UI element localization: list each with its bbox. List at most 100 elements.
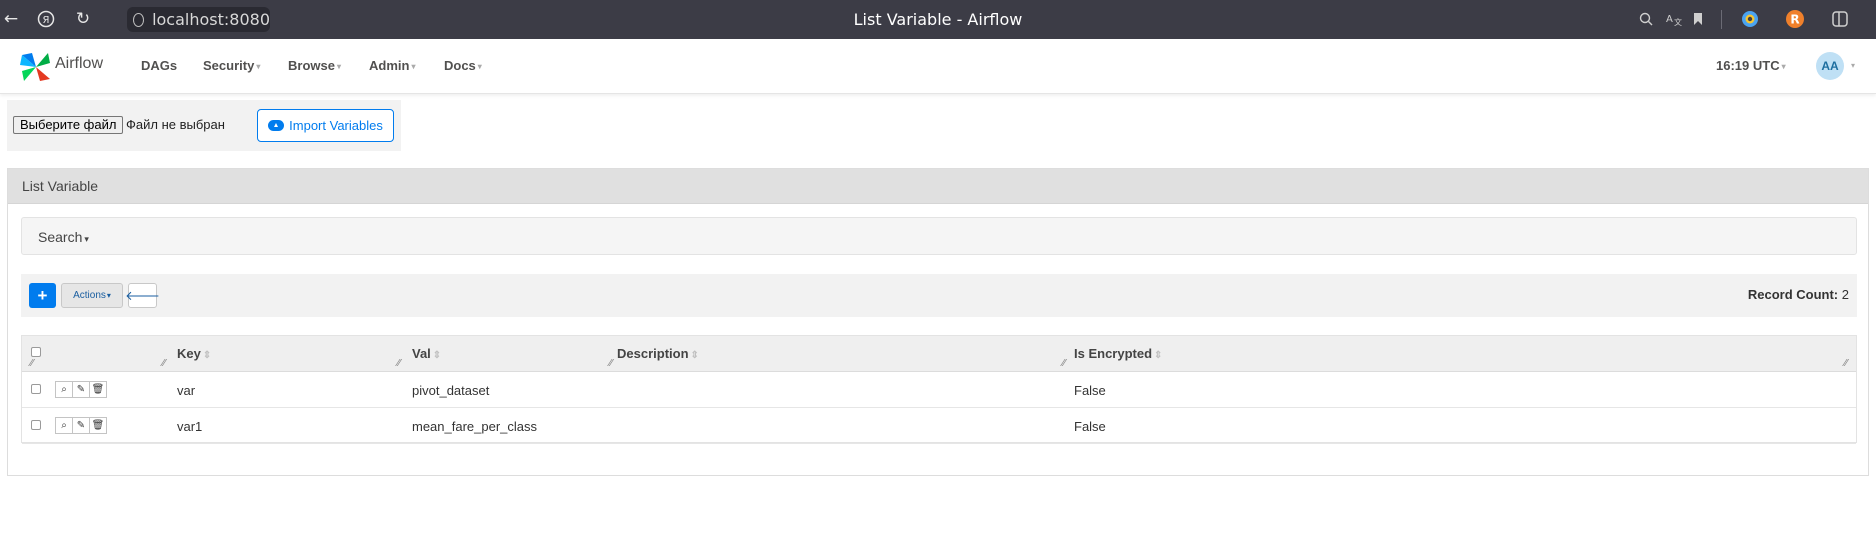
user-avatar[interactable]: AA [1816, 52, 1844, 80]
address-bar[interactable]: localhost:8080 [127, 7, 270, 32]
cell-is-encrypted: False [1074, 383, 1106, 398]
svg-text:Я: Я [43, 15, 50, 26]
column-val[interactable]: Val ⇕ [412, 346, 441, 361]
column-val-label: Val [412, 346, 431, 361]
action-bar: + Actions ▾ 🡐 Record Count: 2 [21, 274, 1857, 317]
chevron-down-icon: ▾ [411, 62, 416, 72]
sidebar-panel-icon[interactable] [1830, 9, 1850, 29]
svg-text:A: A [1666, 14, 1673, 25]
bookmark-icon[interactable] [1688, 9, 1708, 29]
svg-text:R: R [1790, 13, 1799, 27]
table-row: ⌕ ✎ 🗑 var pivot_dataset False [22, 372, 1856, 408]
column-description[interactable]: Description ⇕ [617, 346, 699, 361]
column-is-encrypted[interactable]: Is Encrypted ⇕ [1074, 346, 1162, 361]
resize-grip-icon[interactable]: ⁄⁄ [397, 358, 400, 369]
nav-security-label: Security [203, 58, 255, 73]
row-actions: ⌕ ✎ 🗑 [55, 417, 107, 434]
nav-admin[interactable]: Admin ▾ [369, 58, 415, 73]
utc-clock[interactable]: 16:19 UTC ▾ [1716, 58, 1786, 73]
table-row: ⌕ ✎ 🗑 var1 mean_fare_per_class False [22, 408, 1856, 444]
search-label: Search ▾ [38, 229, 89, 245]
variables-table: ⁄⁄ ⁄⁄ Key ⇕ ⁄⁄ Val ⇕ ⁄⁄ Description ⇕ ⁄⁄ Is… [21, 335, 1857, 444]
nav-browse[interactable]: Browse ▾ [288, 58, 341, 73]
caret-down-icon: ▾ [106, 291, 111, 300]
nav-browse-label: Browse [288, 58, 335, 73]
sort-icon: ⇕ [690, 350, 699, 361]
clock-label: 16:19 UTC [1716, 58, 1780, 73]
nav-dags-label: DAGs [141, 58, 178, 73]
window-title: List Variable - Airflow [853, 10, 1023, 29]
add-record-button[interactable]: + [29, 283, 56, 308]
cell-val: pivot_dataset [412, 383, 490, 398]
resize-grip-icon[interactable]: ⁄⁄ [162, 358, 165, 369]
browser-toolbar: ← Я ↻ localhost:8080 List Variable - Air… [0, 0, 1876, 39]
show-record-search-icon[interactable]: ⌕ [55, 381, 73, 398]
resize-grip-icon[interactable]: ⁄⁄ [1844, 358, 1847, 369]
reload-icon[interactable]: ↻ [72, 8, 94, 30]
nav-docs-label: Docs [444, 58, 476, 73]
delete-record-trash-icon[interactable]: 🗑 [89, 417, 107, 434]
back-arrow-icon[interactable]: ← [0, 8, 22, 30]
cloud-upload-icon [268, 120, 285, 131]
yandex-icon[interactable]: Я [35, 8, 57, 30]
sort-icon: ⇕ [1154, 350, 1163, 361]
brand-name[interactable]: Airflow [55, 55, 103, 73]
svg-text:文: 文 [1674, 17, 1682, 26]
nav-admin-label: Admin [369, 58, 410, 73]
import-variables-label: Import Variables [289, 118, 383, 133]
translate-icon[interactable]: A文 [1664, 9, 1684, 29]
select-all-checkbox[interactable] [31, 347, 41, 357]
table-header: ⁄⁄ ⁄⁄ Key ⇕ ⁄⁄ Val ⇕ ⁄⁄ Description ⇕ ⁄⁄ Is… [22, 336, 1856, 372]
row-actions: ⌕ ✎ 🗑 [55, 381, 107, 398]
chevron-down-icon[interactable]: ▾ [1851, 61, 1855, 70]
caret-down-icon: ▾ [84, 234, 89, 244]
column-key[interactable]: Key ⇕ [177, 346, 211, 361]
file-status-text: Файл не выбран [126, 117, 225, 132]
chevron-down-icon: ▾ [336, 62, 341, 72]
row-checkbox[interactable] [31, 384, 41, 394]
url-text: localhost:8080 [152, 10, 270, 29]
actions-dropdown[interactable]: Actions ▾ [61, 283, 123, 308]
column-description-label: Description [617, 346, 689, 361]
chevron-down-icon: ▾ [477, 62, 482, 72]
show-record-search-icon[interactable]: ⌕ [55, 417, 73, 434]
choose-file-button[interactable]: Выберите файл [13, 116, 124, 134]
sort-icon: ⇕ [202, 350, 212, 361]
chevron-down-icon: ▾ [1781, 62, 1786, 72]
toolbar-divider [1721, 10, 1722, 29]
cell-key: var1 [177, 419, 203, 434]
record-count-label: Record Count: [1747, 287, 1839, 302]
sort-icon: ⇕ [432, 350, 442, 361]
cell-val: mean_fare_per_class [412, 419, 538, 434]
nav-security[interactable]: Security ▾ [203, 58, 260, 73]
nav-docs[interactable]: Docs ▾ [444, 58, 482, 73]
cell-is-encrypted: False [1074, 419, 1106, 434]
edit-record-icon[interactable]: ✎ [72, 417, 90, 434]
column-is-encrypted-label: Is Encrypted [1074, 346, 1153, 361]
panel-header: List Variable [8, 169, 1868, 204]
airflow-navbar: Airflow DAGs Security ▾ Browse ▾ Admin ▾ Do… [0, 39, 1876, 94]
cell-key: var [177, 383, 196, 398]
search-toggle[interactable]: Search ▾ [21, 217, 1857, 255]
delete-record-trash-icon[interactable]: 🗑 [89, 381, 107, 398]
record-count-value: 2 [1841, 287, 1849, 302]
site-info-icon[interactable] [133, 12, 145, 27]
resize-grip-icon[interactable]: ⁄⁄ [30, 358, 33, 369]
resize-grip-icon[interactable]: ⁄⁄ [609, 358, 612, 369]
airflow-logo-icon[interactable] [18, 49, 54, 85]
nav-dags[interactable]: DAGs [141, 58, 177, 73]
back-arrow-icon[interactable]: 🡐 [125, 283, 160, 308]
extension-alice-icon[interactable] [1740, 9, 1760, 29]
search-label-text: Search [38, 229, 83, 245]
chevron-down-icon: ▾ [256, 62, 261, 72]
import-variables-button[interactable]: Import Variables [257, 109, 394, 142]
edit-record-icon[interactable]: ✎ [72, 381, 90, 398]
extension-r-icon[interactable]: R [1785, 9, 1805, 29]
import-variables-form: Выберите файл Файл не выбран Import Vari… [7, 100, 401, 151]
record-count: Record Count: 2 [1748, 287, 1849, 302]
list-variable-panel: List Variable Search ▾ + Actions ▾ 🡐 Recor… [7, 168, 1869, 476]
row-checkbox[interactable] [31, 420, 41, 430]
panel-title: List Variable [22, 178, 99, 194]
resize-grip-icon[interactable]: ⁄⁄ [1062, 358, 1065, 369]
search-page-icon[interactable] [1636, 9, 1656, 29]
